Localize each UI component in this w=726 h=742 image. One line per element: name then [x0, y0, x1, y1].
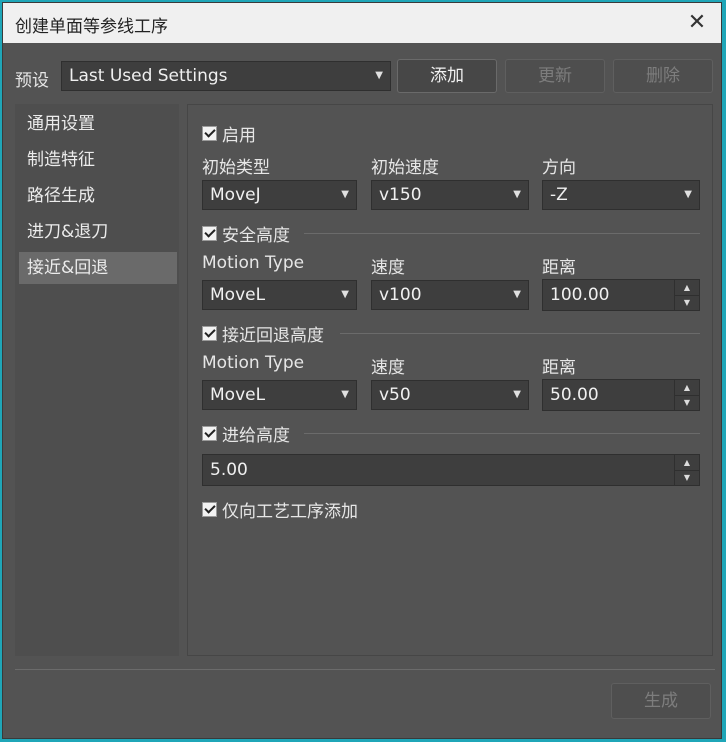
- enable-label: 启用: [222, 125, 256, 146]
- approach-motion-type-value: MoveL: [210, 385, 266, 405]
- add-preset-button[interactable]: 添加: [397, 59, 497, 93]
- spin-buttons: ▲ ▼: [674, 380, 699, 410]
- safe-distance-value: 100.00: [550, 285, 610, 305]
- initial-speed-select[interactable]: v150 ▼: [371, 180, 529, 210]
- approach-distance-label: 距离: [542, 358, 576, 378]
- safe-distance-spinbox[interactable]: 100.00 ▲ ▼: [542, 279, 700, 311]
- group-separator: [304, 433, 700, 434]
- initial-type-value: MoveJ: [210, 185, 261, 205]
- delete-preset-button[interactable]: 删除: [613, 59, 713, 93]
- safe-motion-type-select[interactable]: MoveL ▼: [202, 280, 357, 310]
- only-add-checkbox-row[interactable]: 仅向工艺工序添加: [202, 498, 358, 522]
- safe-speed-label: 速度: [371, 258, 405, 278]
- spin-buttons: ▲ ▼: [674, 280, 699, 310]
- approach-distance-spinbox[interactable]: 50.00 ▲ ▼: [542, 379, 700, 411]
- initial-type-select[interactable]: MoveJ ▼: [202, 180, 357, 210]
- chevron-down-icon: ▼: [513, 189, 521, 200]
- generate-button[interactable]: 生成: [611, 683, 711, 719]
- spin-down-icon[interactable]: ▼: [675, 395, 699, 410]
- chevron-down-icon: ▼: [375, 70, 383, 81]
- sidebar: 通用设置 制造特征 路径生成 进刀&退刀 接近&回退: [15, 104, 179, 656]
- title-bar: 创建单面等参线工序 ✕: [3, 3, 721, 43]
- chevron-down-icon: ▼: [341, 189, 349, 200]
- direction-value: -Z: [550, 185, 568, 205]
- spin-up-icon[interactable]: ▲: [675, 455, 699, 471]
- direction-label: 方向: [542, 158, 576, 178]
- group-separator: [340, 333, 700, 334]
- initial-speed-label: 初始速度: [371, 158, 439, 178]
- preset-select[interactable]: Last Used Settings ▼: [61, 61, 391, 91]
- safe-height-checkbox[interactable]: [202, 225, 217, 241]
- sidebar-item-lead-in-out[interactable]: 进刀&退刀: [19, 216, 177, 248]
- chevron-down-icon: ▼: [341, 389, 349, 400]
- feed-height-label: 进给高度: [222, 425, 290, 446]
- safe-height-label: 安全高度: [222, 225, 290, 246]
- chevron-down-icon: ▼: [513, 289, 521, 300]
- approach-height-label: 接近回退高度: [222, 325, 324, 346]
- approach-speed-label: 速度: [371, 358, 405, 378]
- safe-motion-type-value: MoveL: [210, 285, 266, 305]
- feed-height-spinbox[interactable]: 5.00 ▲ ▼: [202, 454, 700, 486]
- only-add-checkbox[interactable]: [202, 501, 217, 517]
- direction-select[interactable]: -Z ▼: [542, 180, 700, 210]
- spin-buttons: ▲ ▼: [674, 455, 699, 485]
- approach-distance-value: 50.00: [550, 385, 599, 405]
- sidebar-item-approach-retract[interactable]: 接近&回退: [19, 252, 177, 284]
- feed-height-checkbox[interactable]: [202, 425, 217, 441]
- dialog-window: 创建单面等参线工序 ✕ 预设 Last Used Settings ▼ 添加 更…: [2, 2, 722, 739]
- footer-separator: [15, 669, 715, 670]
- spin-down-icon[interactable]: ▼: [675, 470, 699, 485]
- feed-height-value: 5.00: [210, 460, 248, 480]
- approach-speed-select[interactable]: v50 ▼: [371, 380, 529, 410]
- approach-motion-type-label: Motion Type: [202, 353, 305, 373]
- only-add-label: 仅向工艺工序添加: [222, 501, 358, 522]
- update-preset-button[interactable]: 更新: [505, 59, 605, 93]
- approach-height-checkbox-row[interactable]: 接近回退高度: [202, 322, 324, 346]
- sidebar-item-path[interactable]: 路径生成: [19, 180, 177, 212]
- enable-checkbox-row[interactable]: 启用: [202, 122, 256, 146]
- safe-speed-value: v100: [379, 285, 422, 305]
- sidebar-item-general[interactable]: 通用设置: [19, 108, 177, 140]
- safe-speed-select[interactable]: v100 ▼: [371, 280, 529, 310]
- sidebar-item-features[interactable]: 制造特征: [19, 144, 177, 176]
- chevron-down-icon: ▼: [513, 389, 521, 400]
- enable-checkbox[interactable]: [202, 125, 217, 141]
- safe-height-checkbox-row[interactable]: 安全高度: [202, 222, 290, 246]
- initial-speed-value: v150: [379, 185, 422, 205]
- approach-motion-type-select[interactable]: MoveL ▼: [202, 380, 357, 410]
- spin-up-icon[interactable]: ▲: [675, 380, 699, 396]
- preset-label: 预设: [15, 71, 49, 91]
- preset-select-value: Last Used Settings: [69, 66, 228, 86]
- spin-up-icon[interactable]: ▲: [675, 280, 699, 296]
- chevron-down-icon: ▼: [341, 289, 349, 300]
- spin-down-icon[interactable]: ▼: [675, 295, 699, 310]
- safe-motion-type-label: Motion Type: [202, 253, 305, 273]
- approach-height-checkbox[interactable]: [202, 325, 217, 341]
- window-title: 创建单面等参线工序: [15, 17, 168, 37]
- approach-speed-value: v50: [379, 385, 411, 405]
- safe-distance-label: 距离: [542, 258, 576, 278]
- close-icon[interactable]: ✕: [683, 9, 711, 37]
- group-separator: [304, 233, 700, 234]
- settings-panel: 启用 初始类型 初始速度 方向 MoveJ ▼ v150 ▼ -Z ▼ 安全高度…: [187, 104, 713, 656]
- chevron-down-icon: ▼: [684, 189, 692, 200]
- initial-type-label: 初始类型: [202, 158, 270, 178]
- feed-height-checkbox-row[interactable]: 进给高度: [202, 422, 290, 446]
